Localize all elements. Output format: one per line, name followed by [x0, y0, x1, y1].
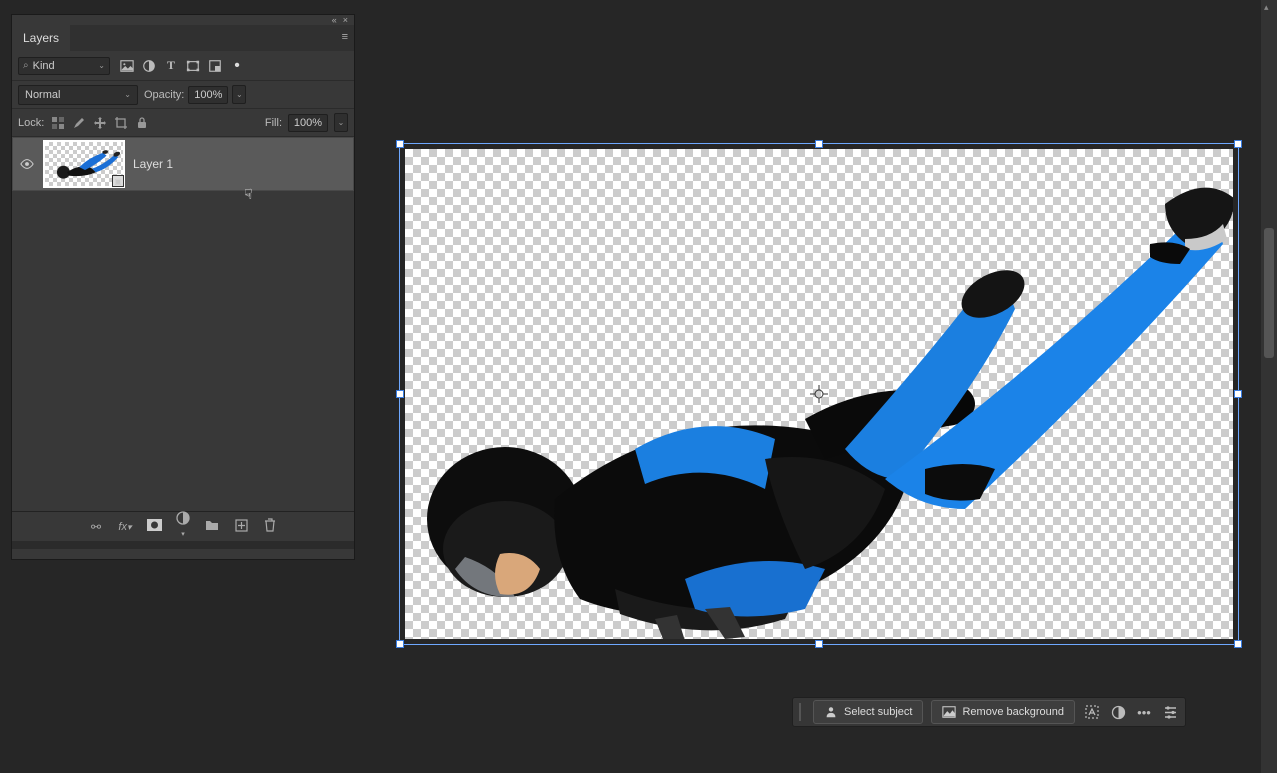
layers-panel: « × Layers ≡ ⌕ Kind ⌄ T • Normal ⌄ Opaci… — [11, 14, 355, 560]
mask-icon[interactable] — [147, 519, 162, 534]
scroll-up-icon: ▴ — [1264, 2, 1269, 13]
collapse-icon[interactable]: « — [332, 15, 337, 25]
new-layer-icon[interactable] — [234, 519, 249, 535]
remove-background-label: Remove background — [962, 706, 1064, 718]
app-scrollbar[interactable]: ▴ — [1261, 0, 1277, 773]
layer-row[interactable]: ▣ Layer 1 — [12, 137, 354, 191]
panel-scrollbar[interactable] — [12, 541, 354, 549]
fill-input[interactable]: 100% — [288, 114, 328, 132]
filter-icons: T • — [120, 59, 244, 73]
filter-adjust-icon[interactable] — [142, 59, 156, 73]
trash-icon[interactable] — [263, 518, 278, 535]
opacity-stepper[interactable]: ⌄ — [232, 85, 246, 104]
chevron-down-icon: ⌄ — [98, 61, 105, 70]
scroll-thumb[interactable] — [1264, 228, 1274, 358]
ai-select-icon[interactable] — [1083, 703, 1101, 721]
smart-object-icon: ▣ — [112, 175, 124, 187]
panel-topbar: « × — [12, 15, 354, 25]
filter-text-icon[interactable]: T — [164, 59, 178, 73]
blend-mode-value: Normal — [25, 89, 60, 101]
transform-handle-tr[interactable] — [1234, 140, 1242, 148]
transform-handle-tm[interactable] — [815, 140, 823, 148]
panel-menu-icon[interactable]: ≡ — [342, 31, 348, 43]
select-subject-button[interactable]: Select subject — [813, 700, 923, 724]
select-subject-label: Select subject — [844, 706, 912, 718]
filter-artboard-icon[interactable]: • — [230, 59, 244, 73]
tab-layers[interactable]: Layers — [12, 25, 70, 51]
context-bar: Select subject Remove background ••• — [792, 697, 1186, 727]
lock-all-icon[interactable] — [134, 115, 150, 131]
lock-icons — [50, 115, 150, 131]
fill-stepper[interactable]: ⌄ — [334, 113, 348, 132]
link-layers-icon[interactable]: ⚯ — [89, 520, 104, 534]
filter-image-icon[interactable] — [120, 59, 134, 73]
more-icon[interactable]: ••• — [1135, 703, 1153, 721]
transform-handle-ml[interactable] — [396, 390, 404, 398]
remove-background-button[interactable]: Remove background — [931, 700, 1075, 724]
lock-row: Lock: Fill: 100% ⌄ — [12, 109, 354, 137]
opacity-group: Opacity: 100% ⌄ — [144, 85, 246, 104]
panel-tabs: Layers ≡ — [12, 25, 354, 51]
search-icon: ⌕ — [23, 60, 29, 71]
transform-handle-bl[interactable] — [396, 640, 404, 648]
filter-row: ⌕ Kind ⌄ T • — [12, 51, 354, 81]
transform-handle-tl[interactable] — [396, 140, 404, 148]
opacity-label: Opacity: — [144, 89, 184, 101]
layer-list: ▣ Layer 1 — [12, 137, 354, 511]
filter-smart-icon[interactable] — [208, 59, 222, 73]
properties-icon[interactable] — [1161, 703, 1179, 721]
transform-handle-br[interactable] — [1234, 640, 1242, 648]
adjustment-icon[interactable]: ▾ — [176, 511, 191, 542]
blend-row: Normal ⌄ Opacity: 100% ⌄ — [12, 81, 354, 109]
blend-mode-select[interactable]: Normal ⌄ — [18, 85, 138, 105]
transform-handle-bm[interactable] — [815, 640, 823, 648]
filter-mode-label: Kind — [33, 60, 95, 72]
panel-bottom-toolbar: ⚯ fx▾ ▾ — [12, 511, 354, 541]
lock-label: Lock: — [18, 117, 44, 129]
canvas-area[interactable] — [399, 143, 1239, 645]
layer-name-label[interactable]: Layer 1 — [133, 157, 347, 171]
lock-crop-icon[interactable] — [113, 115, 129, 131]
opacity-input[interactable]: 100% — [188, 86, 228, 104]
group-icon[interactable] — [205, 519, 220, 534]
filter-kind-select[interactable]: ⌕ Kind ⌄ — [18, 57, 110, 75]
layer-visibility-toggle[interactable] — [19, 157, 35, 171]
lock-brush-icon[interactable] — [71, 115, 87, 131]
chevron-down-icon: ⌄ — [124, 90, 131, 99]
layer-thumbnail[interactable]: ▣ — [43, 140, 125, 188]
filter-shape-icon[interactable] — [186, 59, 200, 73]
adjust-circle-icon[interactable] — [1109, 703, 1127, 721]
separator — [799, 703, 801, 721]
lock-pixels-icon[interactable] — [50, 115, 66, 131]
fill-label: Fill: — [265, 117, 282, 129]
fx-icon[interactable]: fx▾ — [118, 521, 133, 533]
transform-handle-mr[interactable] — [1234, 390, 1242, 398]
close-icon[interactable]: × — [343, 15, 348, 25]
lock-move-icon[interactable] — [92, 115, 108, 131]
canvas-image — [405, 149, 1233, 639]
